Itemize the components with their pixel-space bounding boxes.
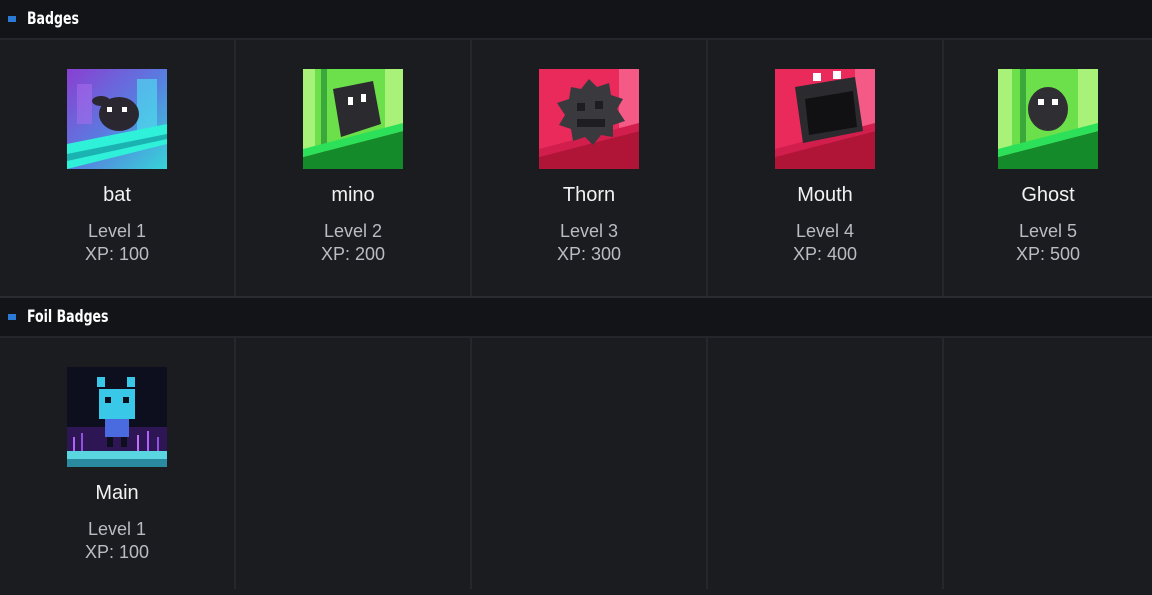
bat-badge-icon — [67, 69, 167, 169]
badge-xp: XP: 300 — [556, 244, 622, 264]
badge-level: Level 4 — [795, 221, 855, 241]
empty-badge-slot — [236, 338, 472, 589]
ghost-badge-icon — [998, 69, 1098, 169]
foil-badges-grid: Main Level 1 XP: 100 — [0, 338, 1152, 589]
thorn-badge-icon — [539, 69, 639, 169]
mouth-badge-icon — [775, 69, 875, 169]
badge-xp: XP: 500 — [1015, 244, 1081, 264]
badges-grid: bat Level 1 XP: 100 mino Level 2 XP: 200 — [0, 40, 1152, 296]
badges-section-header: Badges — [0, 0, 1152, 40]
badge-name: Mouth — [797, 184, 853, 206]
badge-name: mino — [331, 184, 375, 206]
badge-name: Ghost — [1021, 184, 1075, 206]
mino-badge-icon — [303, 69, 403, 169]
badge-level: Level 5 — [1018, 221, 1078, 241]
section-bullet-icon — [8, 16, 16, 22]
badge-level: Level 1 — [87, 221, 147, 241]
badge-card-bat[interactable]: bat Level 1 XP: 100 — [0, 40, 236, 296]
badge-level: Level 3 — [559, 221, 619, 241]
badge-card-ghost[interactable]: Ghost Level 5 XP: 500 — [944, 40, 1152, 296]
main-foil-badge-icon — [67, 367, 167, 467]
badge-xp: XP: 400 — [792, 244, 858, 264]
badge-level: Level 1 — [87, 519, 147, 539]
badge-xp: XP: 100 — [84, 244, 150, 264]
badge-name: Main — [95, 482, 139, 504]
badge-card-mino[interactable]: mino Level 2 XP: 200 — [236, 40, 472, 296]
badge-level: Level 2 — [323, 221, 383, 241]
section-title: Badges — [27, 9, 79, 29]
badge-xp: XP: 200 — [320, 244, 386, 264]
empty-badge-slot — [472, 338, 708, 589]
empty-badge-slot — [944, 338, 1152, 589]
badge-card-thorn[interactable]: Thorn Level 3 XP: 300 — [472, 40, 708, 296]
section-bullet-icon — [8, 314, 16, 320]
foil-badges-section-header: Foil Badges — [0, 296, 1152, 338]
badge-card-main[interactable]: Main Level 1 XP: 100 — [0, 338, 236, 589]
badge-name: bat — [103, 184, 131, 206]
badge-xp: XP: 100 — [84, 542, 150, 562]
badge-name: Thorn — [562, 184, 616, 206]
badge-card-mouth[interactable]: Mouth Level 4 XP: 400 — [708, 40, 944, 296]
section-title: Foil Badges — [27, 307, 109, 327]
empty-badge-slot — [708, 338, 944, 589]
